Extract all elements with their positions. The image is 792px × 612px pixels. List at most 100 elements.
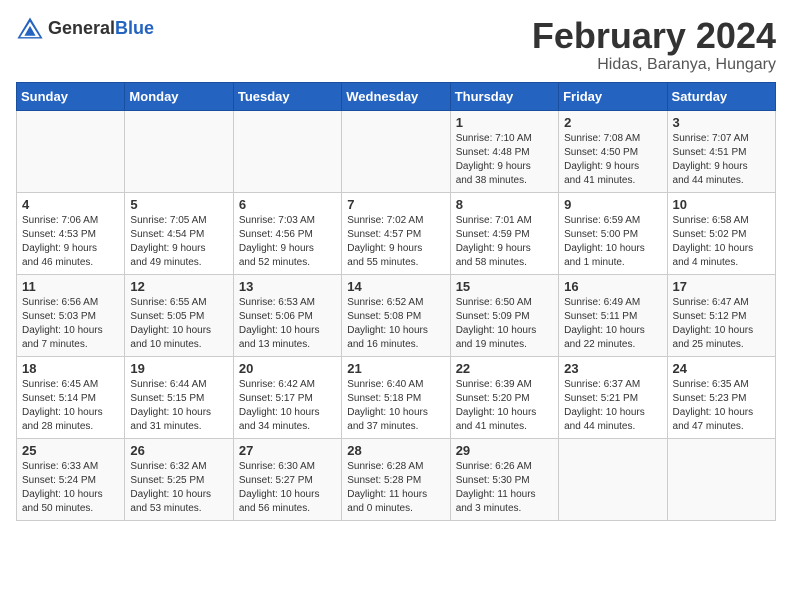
logo-blue: Blue (115, 18, 154, 38)
calendar-cell: 26 Sunrise: 6:32 AM Sunset: 5:25 PM Dayli… (125, 438, 233, 520)
calendar-body: 1 Sunrise: 7:10 AM Sunset: 4:48 PM Daylig… (17, 110, 776, 520)
calendar-cell (17, 110, 125, 192)
day-number: 26 (130, 443, 227, 458)
day-number: 4 (22, 197, 119, 212)
calendar-cell: 21 Sunrise: 6:40 AM Sunset: 5:18 PM Dayli… (342, 356, 450, 438)
day-number: 15 (456, 279, 553, 294)
calendar-cell: 29 Sunrise: 6:26 AM Sunset: 5:30 PM Dayli… (450, 438, 558, 520)
day-info: Sunrise: 7:01 AM Sunset: 4:59 PM Dayligh… (456, 214, 553, 270)
day-number: 16 (564, 279, 661, 294)
day-number: 21 (347, 361, 444, 376)
day-info: Sunrise: 7:03 AM Sunset: 4:56 PM Dayligh… (239, 214, 336, 270)
day-info: Sunrise: 6:40 AM Sunset: 5:18 PM Dayligh… (347, 378, 444, 434)
days-of-week-row: SundayMondayTuesdayWednesdayThursdayFrid… (17, 82, 776, 110)
day-number: 13 (239, 279, 336, 294)
calendar-cell: 14 Sunrise: 6:52 AM Sunset: 5:08 PM Dayli… (342, 274, 450, 356)
day-info: Sunrise: 7:07 AM Sunset: 4:51 PM Dayligh… (673, 132, 770, 188)
calendar-cell: 3Sunrise: 7:07 AM Sunset: 4:51 PM Daylig… (667, 110, 775, 192)
calendar-cell: 11 Sunrise: 6:56 AM Sunset: 5:03 PM Dayli… (17, 274, 125, 356)
calendar-cell: 17Sunrise: 6:47 AM Sunset: 5:12 PM Dayli… (667, 274, 775, 356)
calendar-cell: 16 Sunrise: 6:49 AM Sunset: 5:11 PM Dayli… (559, 274, 667, 356)
day-number: 1 (456, 115, 553, 130)
day-number: 5 (130, 197, 227, 212)
calendar-cell: 2 Sunrise: 7:08 AM Sunset: 4:50 PM Daylig… (559, 110, 667, 192)
calendar-cell: 25Sunrise: 6:33 AM Sunset: 5:24 PM Dayli… (17, 438, 125, 520)
calendar-cell: 12 Sunrise: 6:55 AM Sunset: 5:05 PM Dayli… (125, 274, 233, 356)
calendar-week-2: 4 Sunrise: 7:06 AM Sunset: 4:53 PM Daylig… (17, 192, 776, 274)
calendar-cell: 20Sunrise: 6:42 AM Sunset: 5:17 PM Dayli… (233, 356, 341, 438)
day-info: Sunrise: 7:06 AM Sunset: 4:53 PM Dayligh… (22, 214, 119, 270)
day-info: Sunrise: 6:32 AM Sunset: 5:25 PM Dayligh… (130, 460, 227, 516)
day-number: 12 (130, 279, 227, 294)
day-info: Sunrise: 6:45 AM Sunset: 5:14 PM Dayligh… (22, 378, 119, 434)
calendar-week-1: 1 Sunrise: 7:10 AM Sunset: 4:48 PM Daylig… (17, 110, 776, 192)
day-info: Sunrise: 6:35 AM Sunset: 5:23 PM Dayligh… (673, 378, 770, 434)
calendar-cell: 22 Sunrise: 6:39 AM Sunset: 5:20 PM Dayli… (450, 356, 558, 438)
day-info: Sunrise: 6:53 AM Sunset: 5:06 PM Dayligh… (239, 296, 336, 352)
day-number: 20 (239, 361, 336, 376)
calendar-cell (233, 110, 341, 192)
calendar-cell: 19 Sunrise: 6:44 AM Sunset: 5:15 PM Dayli… (125, 356, 233, 438)
calendar-week-4: 18 Sunrise: 6:45 AM Sunset: 5:14 PM Dayli… (17, 356, 776, 438)
calendar-table: SundayMondayTuesdayWednesdayThursdayFrid… (16, 82, 776, 521)
day-number: 23 (564, 361, 661, 376)
day-of-week-saturday: Saturday (667, 82, 775, 110)
day-info: Sunrise: 7:08 AM Sunset: 4:50 PM Dayligh… (564, 132, 661, 188)
title-block: February 2024 Hidas, Baranya, Hungary (532, 16, 776, 74)
calendar-cell: 27 Sunrise: 6:30 AM Sunset: 5:27 PM Dayli… (233, 438, 341, 520)
calendar-cell: 6Sunrise: 7:03 AM Sunset: 4:56 PM Daylig… (233, 192, 341, 274)
calendar-cell: 18 Sunrise: 6:45 AM Sunset: 5:14 PM Dayli… (17, 356, 125, 438)
day-number: 8 (456, 197, 553, 212)
day-info: Sunrise: 7:05 AM Sunset: 4:54 PM Dayligh… (130, 214, 227, 270)
logo-general: General (48, 18, 115, 38)
day-number: 22 (456, 361, 553, 376)
calendar-cell: 24 Sunrise: 6:35 AM Sunset: 5:23 PM Dayli… (667, 356, 775, 438)
calendar-cell (342, 110, 450, 192)
day-info: Sunrise: 6:55 AM Sunset: 5:05 PM Dayligh… (130, 296, 227, 352)
day-info: Sunrise: 6:59 AM Sunset: 5:00 PM Dayligh… (564, 214, 661, 270)
calendar-cell: 13 Sunrise: 6:53 AM Sunset: 5:06 PM Dayli… (233, 274, 341, 356)
day-info: Sunrise: 6:30 AM Sunset: 5:27 PM Dayligh… (239, 460, 336, 516)
calendar-cell: 4 Sunrise: 7:06 AM Sunset: 4:53 PM Daylig… (17, 192, 125, 274)
logo-text: GeneralBlue (48, 18, 154, 39)
day-info: Sunrise: 6:47 AM Sunset: 5:12 PM Dayligh… (673, 296, 770, 352)
day-info: Sunrise: 6:44 AM Sunset: 5:15 PM Dayligh… (130, 378, 227, 434)
calendar-cell: 5 Sunrise: 7:05 AM Sunset: 4:54 PM Daylig… (125, 192, 233, 274)
day-number: 19 (130, 361, 227, 376)
calendar-cell: 7Sunrise: 7:02 AM Sunset: 4:57 PM Daylig… (342, 192, 450, 274)
calendar-header: SundayMondayTuesdayWednesdayThursdayFrid… (17, 82, 776, 110)
calendar-cell: 8 Sunrise: 7:01 AM Sunset: 4:59 PM Daylig… (450, 192, 558, 274)
day-number: 10 (673, 197, 770, 212)
calendar-cell (125, 110, 233, 192)
day-number: 25 (22, 443, 119, 458)
day-info: Sunrise: 7:02 AM Sunset: 4:57 PM Dayligh… (347, 214, 444, 270)
calendar-cell: 9Sunrise: 6:59 AM Sunset: 5:00 PM Daylig… (559, 192, 667, 274)
day-info: Sunrise: 6:26 AM Sunset: 5:30 PM Dayligh… (456, 460, 553, 516)
day-info: Sunrise: 6:37 AM Sunset: 5:21 PM Dayligh… (564, 378, 661, 434)
day-info: Sunrise: 7:10 AM Sunset: 4:48 PM Dayligh… (456, 132, 553, 188)
day-number: 18 (22, 361, 119, 376)
day-info: Sunrise: 6:56 AM Sunset: 5:03 PM Dayligh… (22, 296, 119, 352)
calendar-cell: 10 Sunrise: 6:58 AM Sunset: 5:02 PM Dayli… (667, 192, 775, 274)
calendar-week-3: 11 Sunrise: 6:56 AM Sunset: 5:03 PM Dayli… (17, 274, 776, 356)
day-number: 14 (347, 279, 444, 294)
generalblue-logo-icon (16, 16, 44, 40)
day-number: 2 (564, 115, 661, 130)
day-number: 27 (239, 443, 336, 458)
day-info: Sunrise: 6:58 AM Sunset: 5:02 PM Dayligh… (673, 214, 770, 270)
day-number: 11 (22, 279, 119, 294)
day-number: 24 (673, 361, 770, 376)
day-of-week-thursday: Thursday (450, 82, 558, 110)
day-number: 29 (456, 443, 553, 458)
day-info: Sunrise: 6:39 AM Sunset: 5:20 PM Dayligh… (456, 378, 553, 434)
calendar-week-5: 25Sunrise: 6:33 AM Sunset: 5:24 PM Dayli… (17, 438, 776, 520)
calendar-cell (559, 438, 667, 520)
day-of-week-wednesday: Wednesday (342, 82, 450, 110)
calendar-cell: 28Sunrise: 6:28 AM Sunset: 5:28 PM Dayli… (342, 438, 450, 520)
day-info: Sunrise: 6:52 AM Sunset: 5:08 PM Dayligh… (347, 296, 444, 352)
calendar-subtitle: Hidas, Baranya, Hungary (532, 56, 776, 74)
day-of-week-tuesday: Tuesday (233, 82, 341, 110)
day-info: Sunrise: 6:49 AM Sunset: 5:11 PM Dayligh… (564, 296, 661, 352)
calendar-cell (667, 438, 775, 520)
day-of-week-sunday: Sunday (17, 82, 125, 110)
